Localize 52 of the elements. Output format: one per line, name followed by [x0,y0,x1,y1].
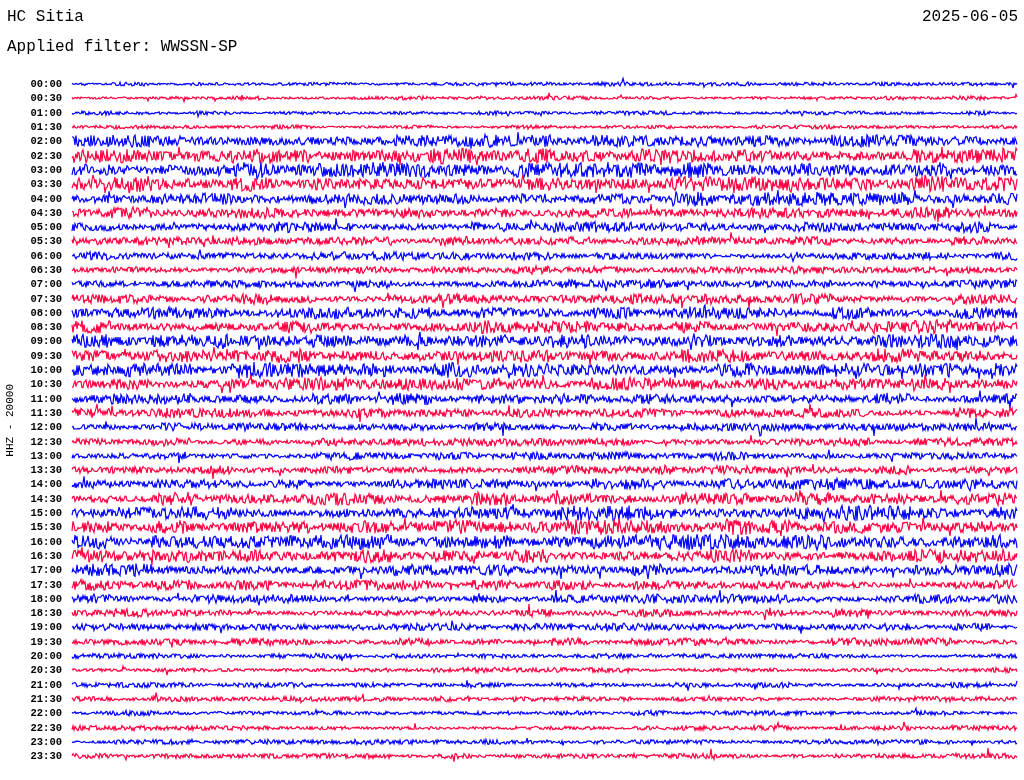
time-label: 01:30 [29,121,63,134]
time-label: 23:00 [29,735,63,748]
time-label: 00:00 [29,78,63,91]
time-label: 10:30 [29,378,63,391]
time-label: 21:30 [29,692,63,705]
date-label: 2025-06-05 [922,8,1018,26]
time-label: 07:30 [29,292,63,305]
time-label: 19:00 [29,621,63,634]
time-label: 13:00 [29,449,63,462]
time-label: 16:00 [29,535,63,548]
time-label: 06:00 [29,249,63,262]
axis-label: HHZ - 20000 [3,383,17,457]
time-label: 04:00 [29,192,63,205]
time-label: 11:30 [29,406,63,419]
time-label: 19:30 [29,635,63,648]
filter-label: Applied filter: WWSSN-SP [7,38,238,56]
time-label: 05:30 [29,235,63,248]
time-label: 18:00 [29,592,63,605]
time-label: 04:30 [29,206,63,219]
time-label: 09:00 [29,335,63,348]
time-label: 17:00 [29,564,63,577]
time-label: 15:30 [29,521,63,534]
time-label: 05:00 [29,221,63,234]
time-label: 02:00 [29,135,63,148]
time-label: 03:00 [29,163,63,176]
time-label: 23:30 [29,750,63,763]
time-label: 12:00 [29,421,63,434]
time-label: 22:00 [29,707,63,720]
time-label: 15:00 [29,507,63,520]
station-name: HC Sitia [7,8,84,26]
time-label: 02:30 [29,149,63,162]
time-label: 06:30 [29,264,63,276]
time-label: 21:00 [29,678,63,691]
time-label: 14:30 [29,492,63,505]
time-label: 01:00 [29,106,63,119]
time-label: 22:30 [29,721,63,734]
time-label: 07:00 [29,278,63,291]
time-label: 20:00 [29,650,63,662]
time-label: 00:30 [29,92,63,105]
time-label: 16:30 [29,549,63,562]
time-label: 17:30 [29,578,63,591]
time-label: 13:30 [29,464,63,477]
time-label: 11:00 [29,392,63,405]
time-label: 08:00 [29,306,63,319]
time-label: 12:30 [29,435,63,448]
time-label: 03:30 [29,178,63,191]
time-label: 18:30 [29,607,63,620]
time-label: 10:00 [29,364,63,377]
time-label: 20:30 [29,664,63,677]
time-label: 14:00 [29,478,63,491]
time-label: 08:30 [29,321,63,334]
time-label: 09:30 [29,349,63,362]
